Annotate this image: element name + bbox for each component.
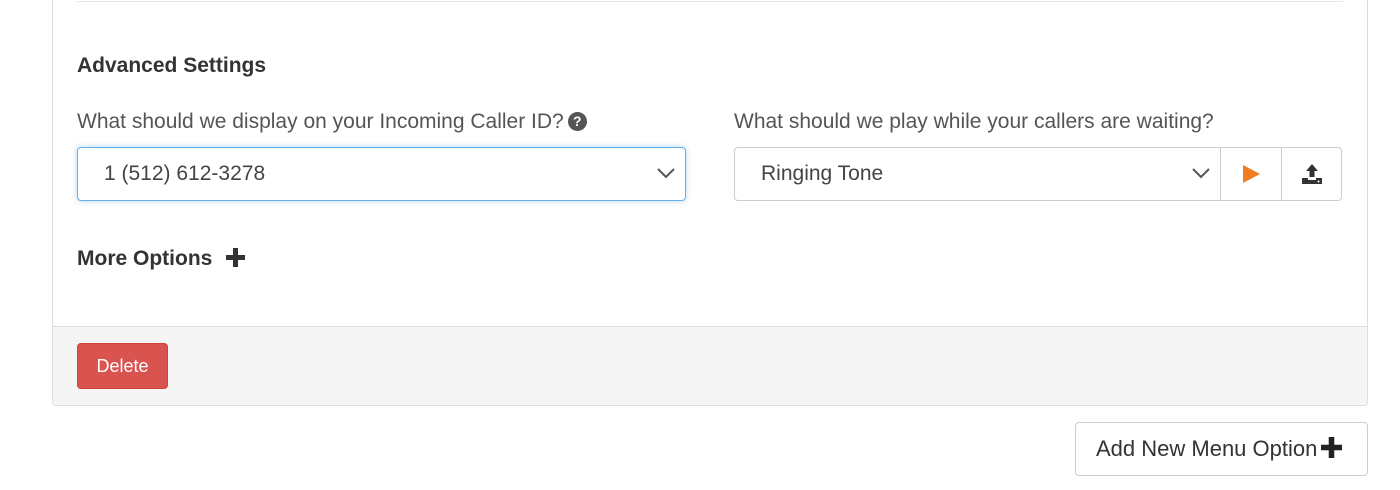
delete-button[interactable]: Delete [77, 343, 168, 389]
chevron-down-icon [1192, 168, 1210, 179]
hold-music-label: What should we play while your callers a… [734, 110, 1214, 133]
hold-music-selected-value: Ringing Tone [761, 162, 884, 185]
more-options-toggle[interactable]: More Options [77, 247, 246, 271]
more-options-label: More Options [77, 247, 213, 270]
panel-footer: Delete [53, 326, 1367, 405]
play-icon [1243, 165, 1260, 183]
add-new-menu-option-button[interactable]: Add New Menu Option [1075, 422, 1368, 476]
caller-id-label: What should we display on your Incoming … [77, 110, 587, 134]
play-button[interactable] [1220, 147, 1282, 201]
advanced-settings-title: Advanced Settings [77, 54, 267, 77]
caller-id-select[interactable]: 1 (512) 612-3278 [77, 147, 686, 201]
divider [77, 1, 1343, 2]
upload-icon [1301, 164, 1322, 184]
caller-id-selected-value: 1 (512) 612-3278 [104, 162, 266, 185]
hold-music-select[interactable]: Ringing Tone [734, 147, 1221, 201]
upload-button[interactable] [1281, 147, 1342, 201]
caller-id-label-text: What should we display on your Incoming … [77, 110, 564, 133]
plus-icon [226, 248, 246, 267]
menu-option-panel: Advanced Settings What should we display… [52, 0, 1368, 406]
question-circle-icon[interactable]: ? [567, 112, 587, 131]
plus-icon [1321, 437, 1343, 458]
add-new-menu-option-label: Add New Menu Option [1096, 436, 1318, 461]
chevron-down-icon [657, 168, 675, 179]
